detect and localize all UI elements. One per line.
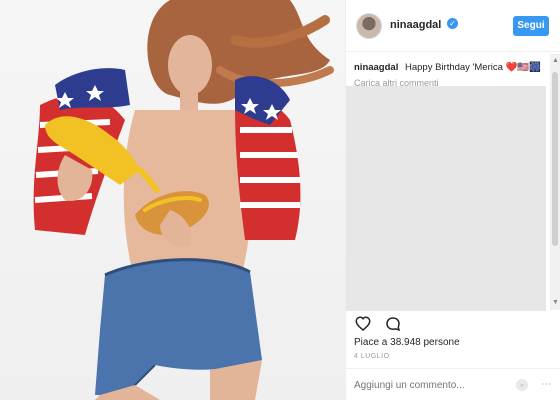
scrollbar-thumb[interactable] xyxy=(552,72,558,246)
comments-scrollbar[interactable]: ▲ ▼ xyxy=(550,54,560,310)
more-options-icon[interactable]: ⋯ xyxy=(541,379,551,390)
scroll-down-icon[interactable]: ▼ xyxy=(552,299,559,306)
scroll-up-icon[interactable]: ▲ xyxy=(552,57,559,64)
comment-input[interactable] xyxy=(354,380,504,391)
heart-icon[interactable] xyxy=(354,315,372,333)
post-photo[interactable] xyxy=(0,0,345,400)
post-caption: ninaagdal Happy Birthday 'Merica ❤️🇺🇸🎆 xyxy=(354,62,541,73)
post-actions xyxy=(352,315,532,335)
likes-count[interactable]: Piace a 38.948 persone xyxy=(354,337,460,348)
post-date: 4 LUGLIO xyxy=(354,353,390,360)
post-photo-illustration xyxy=(33,0,334,400)
caption-username[interactable]: ninaagdal xyxy=(354,62,398,73)
username[interactable]: ninaagdal xyxy=(390,19,441,31)
comments-area xyxy=(346,86,546,311)
comment-bubble-icon[interactable] xyxy=(384,315,402,333)
verified-badge-icon: ✓ xyxy=(447,18,458,29)
emoji-icon[interactable]: ◦ xyxy=(516,379,528,391)
caption-text: Happy Birthday 'Merica ❤️🇺🇸🎆 xyxy=(404,62,542,73)
follow-button[interactable]: Segui xyxy=(513,16,549,36)
comment-box: ◦ ⋯ xyxy=(346,368,560,400)
post-header: ninaagdal ✓ Segui xyxy=(346,0,560,52)
post-side-panel: ninaagdal ✓ Segui ninaagdal Happy Birthd… xyxy=(345,0,560,400)
avatar[interactable] xyxy=(356,13,382,39)
